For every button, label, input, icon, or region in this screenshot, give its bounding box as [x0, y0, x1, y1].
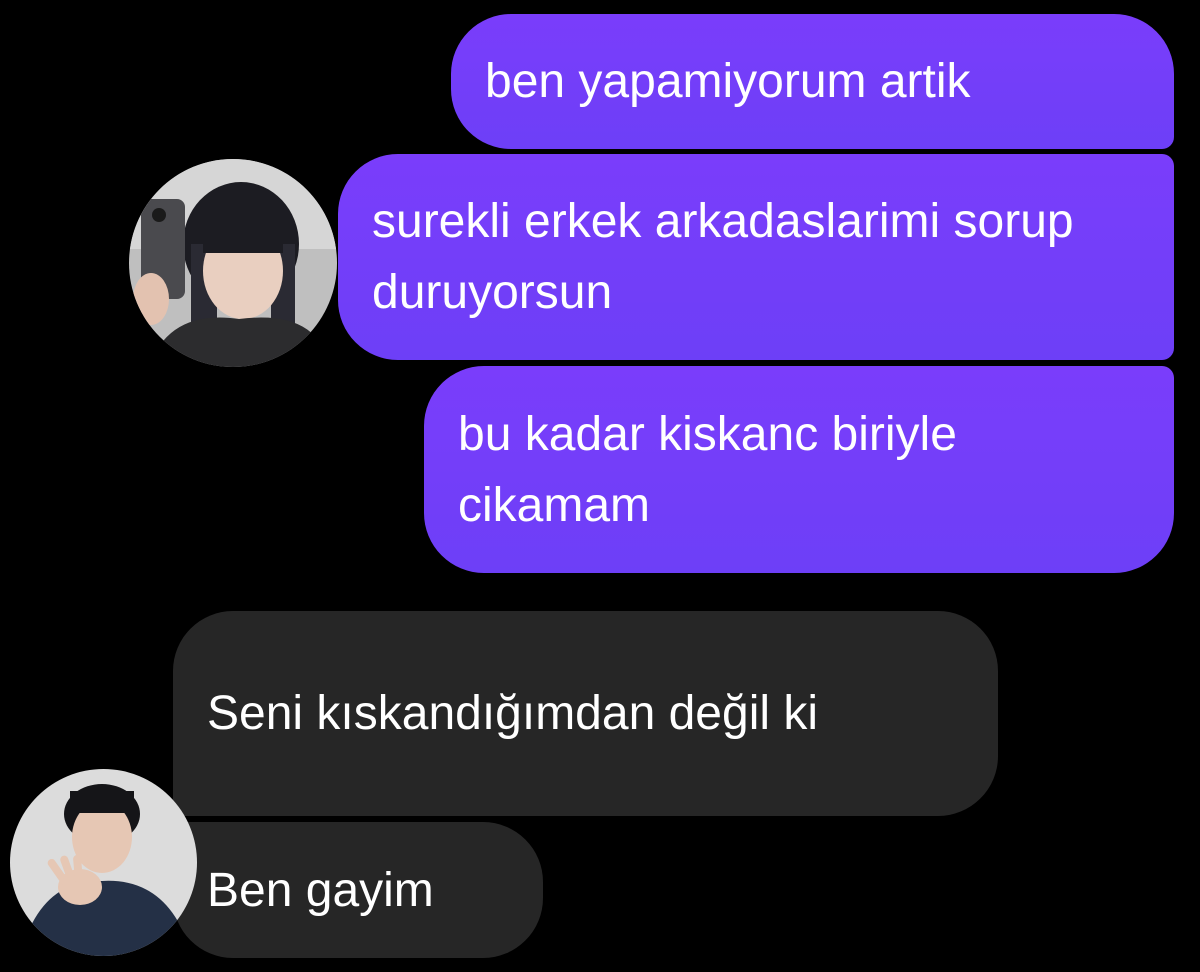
received-message-bubble[interactable]: Ben gayim: [173, 822, 543, 958]
avatar-photo-icon: [10, 769, 197, 956]
avatar-photo-icon: [129, 159, 337, 367]
contact-avatar[interactable]: [10, 769, 197, 956]
message-text: surekli erkek arkadaslarimi sorup duruyo…: [372, 195, 1074, 319]
message-text: Seni kıskandığımdan değil ki: [207, 687, 819, 740]
sent-message-bubble[interactable]: bu kadar kiskanc biriyle cikamam: [424, 366, 1174, 573]
sent-message-bubble[interactable]: surekli erkek arkadaslarimi sorup duruyo…: [338, 154, 1174, 360]
sent-message-bubble[interactable]: ben yapamiyorum artik: [451, 14, 1174, 149]
message-text: Ben gayim: [207, 863, 434, 917]
message-text: bu kadar kiskanc biriyle cikamam: [458, 407, 957, 532]
received-message-bubble[interactable]: Seni kıskandığımdan değil ki: [173, 611, 998, 816]
message-text: ben yapamiyorum artik: [485, 55, 971, 108]
sender-avatar[interactable]: [129, 159, 337, 367]
